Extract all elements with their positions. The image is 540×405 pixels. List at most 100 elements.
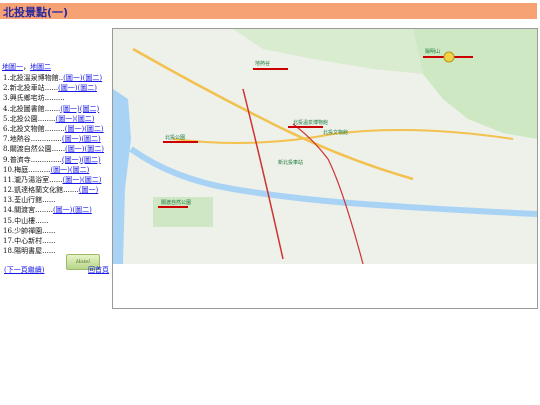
page-title-bar: 北投景點(一) — [0, 3, 537, 19]
attraction-map1-link[interactable]: (圖一) — [65, 145, 84, 153]
attraction-map2-link[interactable]: (圖二) — [85, 145, 104, 153]
attraction-number: 18. — [3, 247, 15, 256]
attraction-name: 北投溫泉博物館 — [9, 74, 59, 82]
attraction-number: 5. — [3, 114, 10, 123]
attraction-row: 13.荃山行館...... — [3, 195, 104, 205]
attraction-row: 7.地熱谷..............(圖一)(圖二) — [3, 134, 104, 144]
map-label-5: 新北投車站 — [278, 159, 303, 166]
attraction-map2-link[interactable]: (圖二) — [82, 176, 101, 184]
attraction-name: 瀧乃湯浴室 — [14, 175, 50, 184]
attraction-map1-link[interactable]: (圖一) — [53, 206, 72, 214]
page-title: 北投景點(一) — [3, 6, 69, 19]
map-links: 地圖一，地圖二 — [2, 62, 51, 72]
attraction-row: 16.少帥禪園...... — [3, 226, 104, 236]
map-label-4: 關渡自然公園 — [161, 199, 191, 206]
attraction-name: 北投圖書館 — [9, 104, 45, 113]
attraction-map2-link[interactable]: (圖二) — [72, 206, 91, 214]
attraction-map2-link[interactable]: (圖二) — [84, 125, 103, 133]
attraction-map2-link[interactable]: (圖二) — [80, 105, 99, 113]
attraction-row: 6.北投文物館.........(圖一)(圖二) — [3, 124, 104, 134]
attraction-dots: .............. — [30, 135, 62, 144]
attraction-number: 15. — [3, 216, 15, 225]
attraction-dots: ....... — [44, 104, 61, 113]
attraction-map2-link[interactable]: (圖二) — [81, 156, 100, 164]
map-svg: 北投溫泉博物館 北投文物館 地熱谷 關渡自然公園 新北投車站 北投公園 陽明山 — [113, 29, 537, 264]
attraction-row: 11.瀧乃湯浴室......(圖一)(圖二) — [3, 175, 104, 185]
attraction-dots: ...... — [51, 145, 66, 154]
attraction-map1-link[interactable]: (圖一) — [58, 84, 77, 92]
attraction-name: 北投公園 — [9, 114, 38, 123]
attraction-row: 15.中山樓...... — [3, 216, 104, 226]
attraction-number: 16. — [3, 226, 15, 235]
attraction-row: 3.興氏鄉宅坊......... — [3, 93, 104, 103]
attraction-list: 1.北投溫泉博物館..(圖一)(圖二) 2.新北投車站......(圖一)(圖二)… — [3, 73, 104, 256]
map-label-1: 北投溫泉博物館 — [293, 119, 328, 126]
attraction-dots: .............. — [30, 155, 62, 164]
attraction-dots: ........ — [35, 206, 53, 215]
attraction-name: 少帥禪園 — [14, 226, 43, 235]
attraction-name: 地熱谷 — [9, 135, 31, 144]
attraction-number: 4. — [3, 104, 10, 113]
attraction-name: 凱達格蘭文化館 — [14, 186, 64, 195]
attraction-map1-link[interactable]: (圖一) — [62, 156, 81, 164]
attraction-number: 7. — [3, 135, 10, 144]
map-label-2: 北投文物館 — [323, 129, 348, 136]
attraction-map1-link[interactable]: (圖一) — [56, 115, 75, 123]
attraction-map1-link[interactable]: (圖一) — [50, 166, 69, 174]
attraction-map2-link[interactable]: (圖二) — [81, 135, 100, 143]
attraction-map1-link[interactable]: (圖一) — [63, 176, 82, 184]
attraction-dots: ......... — [44, 124, 65, 133]
attraction-number: 11. — [3, 175, 15, 184]
attraction-dots: ...... — [49, 175, 63, 184]
attraction-map1-link[interactable]: (圖一) — [60, 105, 79, 113]
attraction-row: 10.梅庭..........(圖一)(圖二) — [3, 165, 104, 175]
attraction-row: 1.北投溫泉博物館..(圖一)(圖二) — [3, 73, 104, 83]
attraction-dots: ...... — [44, 84, 59, 93]
attraction-number: 8. — [3, 145, 10, 154]
attraction-name: 關渡宮 — [14, 206, 36, 215]
attraction-row: 4.北投圖書館.......(圖一)(圖二) — [3, 104, 104, 114]
attraction-name: 中山樓 — [14, 216, 36, 225]
attraction-map1-link[interactable]: (圖一) — [63, 74, 82, 82]
attraction-map2-link[interactable]: (圖二) — [75, 115, 94, 123]
map-label-6: 北投公園 — [165, 134, 185, 141]
map-link-separator: ， — [23, 63, 30, 71]
attraction-row: 12.凱達格蘭文化館.......(圖一) — [3, 185, 104, 195]
attraction-number: 10. — [3, 165, 15, 174]
attraction-row: 5.北投公園........(圖一)(圖二) — [3, 114, 104, 124]
attraction-row: 9.普濟寺..............(圖一)(圖二) — [3, 155, 104, 165]
attraction-dots: ........ — [37, 114, 56, 123]
attraction-map1-link[interactable]: (圖一) — [62, 135, 81, 143]
attraction-dots: ....... — [63, 186, 79, 195]
attraction-map1-link[interactable]: (圖一) — [65, 125, 84, 133]
attraction-number: 3. — [3, 94, 10, 103]
attraction-row: 17.中心新村...... — [3, 236, 104, 246]
attraction-dots: ...... — [42, 237, 56, 245]
attraction-name: 梅庭 — [14, 165, 29, 174]
attraction-map2-link[interactable]: (圖二) — [78, 84, 97, 92]
attraction-map1-link[interactable]: (圖一) — [79, 186, 98, 194]
map-label-7: 陽明山 — [425, 48, 440, 55]
attraction-name: 興氏鄉宅坊 — [9, 94, 45, 103]
attraction-number: 6. — [3, 124, 10, 133]
attraction-name: 新北投車站 — [9, 84, 45, 93]
home-link[interactable]: 回首頁 — [88, 265, 109, 275]
attraction-number: 17. — [3, 237, 15, 245]
map1-link[interactable]: 地圖一 — [2, 63, 23, 71]
attraction-name: 荃山行館 — [14, 196, 43, 205]
attraction-dots: ...... — [42, 226, 56, 235]
mountain-marker — [443, 51, 455, 63]
attraction-dots: ...... — [42, 247, 56, 256]
map-image[interactable]: 北投溫泉博物館 北投文物館 地熱谷 關渡自然公園 新北投車站 北投公園 陽明山 — [113, 29, 537, 264]
attraction-number: 12. — [3, 186, 15, 195]
attraction-number: 13. — [3, 196, 15, 205]
map2-link[interactable]: 地圖二 — [30, 63, 51, 71]
attraction-number: 2. — [3, 84, 10, 93]
attraction-map2-link[interactable]: (圖二) — [83, 74, 102, 82]
attraction-number: 1. — [3, 74, 10, 82]
next-page-link[interactable]: (下一頁繼續) — [4, 265, 44, 275]
attraction-number: 14. — [3, 206, 15, 215]
attraction-map2-link[interactable]: (圖二) — [70, 166, 89, 174]
attraction-name: 陽明書屋 — [14, 247, 43, 256]
map-label-3: 地熱谷 — [255, 60, 270, 67]
